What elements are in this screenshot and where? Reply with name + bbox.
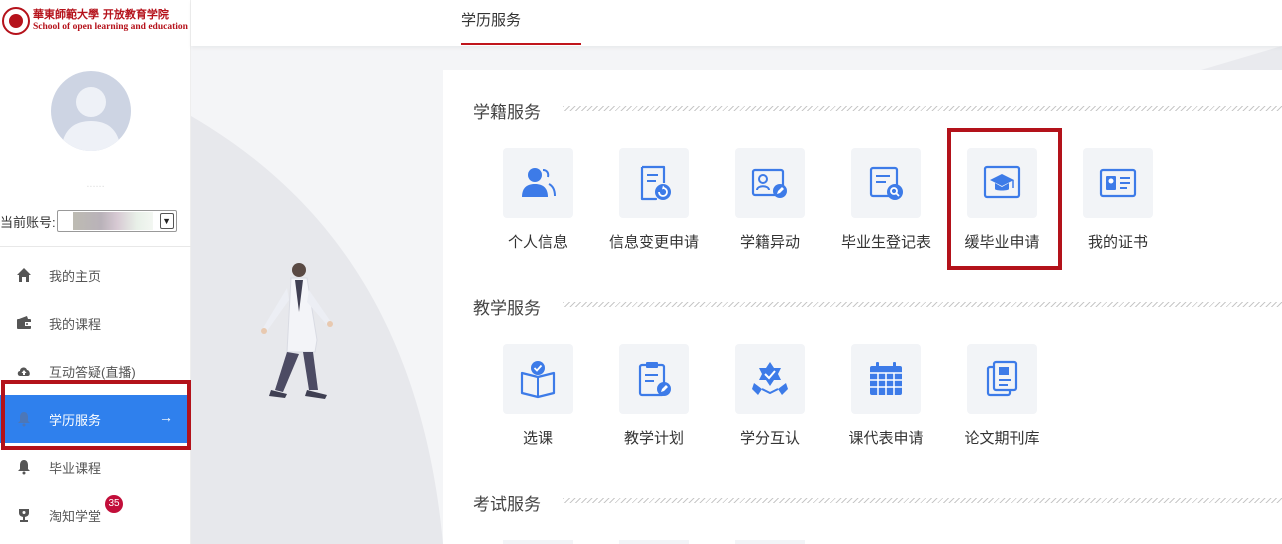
service-label: 信息变更申请 — [608, 234, 699, 251]
chevron-down-icon[interactable]: ▼ — [159, 213, 174, 229]
doctor-illustration — [191, 90, 351, 415]
calendar-icon — [851, 344, 921, 414]
service-label: 学分互认 — [739, 430, 800, 447]
tab-active-indicator — [461, 43, 581, 45]
account-label: 当前账号: — [0, 214, 56, 230]
service-label: 我的证书 — [1087, 234, 1148, 251]
service-tile-partial[interactable] — [735, 540, 805, 544]
logo-title: 華東師範大學 开放教育学院 — [33, 8, 169, 21]
account-value — [72, 212, 153, 230]
service-label: 学籍异动 — [739, 234, 800, 251]
sidebar-item-label: 淘知学堂 — [49, 508, 102, 524]
service-info-change[interactable]: 信息变更申请 — [589, 148, 705, 268]
username: ...... — [86, 178, 105, 190]
bell-icon — [16, 459, 32, 475]
school-logo[interactable]: 華東師範大學 开放教育学院 School of open learning an… — [0, 0, 191, 42]
service-my-certificates[interactable]: 我的证书 — [1053, 148, 1169, 268]
section-divider — [563, 302, 1282, 307]
service-status-change[interactable]: 学籍异动 — [705, 148, 821, 268]
section-title-exams: 考试服务 — [473, 495, 541, 514]
tab-degree-services[interactable]: 学历服务 — [461, 9, 521, 30]
highlight-box — [1, 380, 191, 450]
avatar[interactable] — [51, 71, 131, 151]
highlight-box — [947, 128, 1062, 270]
sidebar-item-label: 我的主页 — [49, 268, 102, 284]
documents-icon — [967, 344, 1037, 414]
service-thesis-journal-library[interactable]: 论文期刊库 — [937, 344, 1053, 464]
cloud-upload-icon — [16, 363, 32, 379]
section-title-enrollment: 学籍服务 — [473, 103, 541, 122]
trophy-icon — [16, 507, 32, 523]
sidebar-item-label: 我的课程 — [49, 316, 102, 332]
service-label: 论文期刊库 — [964, 430, 1040, 447]
top-bar: 学历服务 — [191, 0, 1282, 46]
account-select[interactable]: ▼ — [56, 210, 177, 232]
service-label: 教学计划 — [623, 430, 684, 447]
document-refresh-icon — [619, 148, 689, 218]
service-credit-recognition[interactable]: 学分互认 — [705, 344, 821, 464]
sidebar-item-home[interactable]: 我的主页 — [0, 251, 191, 299]
service-personal-info[interactable]: 个人信息 — [473, 148, 589, 268]
clipboard-edit-icon — [619, 344, 689, 414]
sidebar-item-taozhi[interactable]: 淘知学堂 35 — [0, 491, 191, 539]
home-icon — [16, 267, 32, 283]
certificate-card-icon — [1083, 148, 1153, 218]
logo-subtitle: School of open learning and education — [33, 22, 188, 32]
sidebar-item-label: 毕业课程 — [49, 460, 102, 476]
section-divider — [563, 106, 1282, 111]
service-teaching-plan[interactable]: 教学计划 — [589, 344, 705, 464]
services-panel — [443, 70, 1282, 544]
sidebar-item-label: 互动答疑(直播) — [49, 364, 136, 380]
sidebar-item-courses[interactable]: 我的课程 — [0, 299, 191, 347]
sidebar: 華東師範大學 开放教育学院 School of open learning an… — [0, 0, 191, 544]
service-tile-partial[interactable] — [503, 540, 573, 544]
id-card-edit-icon — [735, 148, 805, 218]
service-course-selection[interactable]: 选课 — [473, 344, 589, 464]
section-divider — [563, 498, 1282, 503]
divider — [0, 246, 191, 247]
sidebar-item-graduation-courses[interactable]: 毕业课程 — [0, 443, 191, 491]
wallet-icon — [16, 315, 32, 331]
service-label: 选课 — [522, 430, 553, 447]
award-handshake-icon — [735, 344, 805, 414]
users-icon — [503, 148, 573, 218]
school-seal-icon — [2, 7, 30, 35]
service-tile-partial[interactable] — [619, 540, 689, 544]
section-title-teaching: 教学服务 — [473, 299, 541, 318]
book-check-icon — [503, 344, 573, 414]
notification-badge: 35 — [105, 495, 123, 513]
service-class-rep-application[interactable]: 课代表申请 — [821, 344, 937, 464]
service-graduate-register[interactable]: 毕业生登记表 — [821, 148, 937, 268]
service-label: 个人信息 — [507, 234, 568, 251]
account-row: 当前账号: ▼ — [0, 210, 177, 232]
service-label: 毕业生登记表 — [840, 234, 931, 251]
service-label: 课代表申请 — [848, 430, 924, 447]
document-search-icon — [851, 148, 921, 218]
